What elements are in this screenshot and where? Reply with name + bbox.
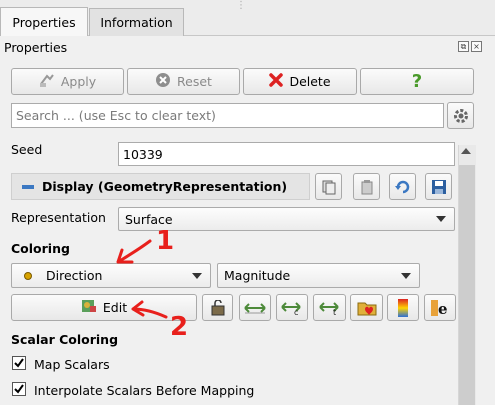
annotation-arrow-1 (116, 239, 152, 264)
annotation-arrow-2 (131, 300, 168, 319)
annotation-overlay (116, 239, 168, 319)
annotation-number-1: 1 (156, 226, 175, 256)
annotation-number-2: 2 (170, 312, 189, 342)
